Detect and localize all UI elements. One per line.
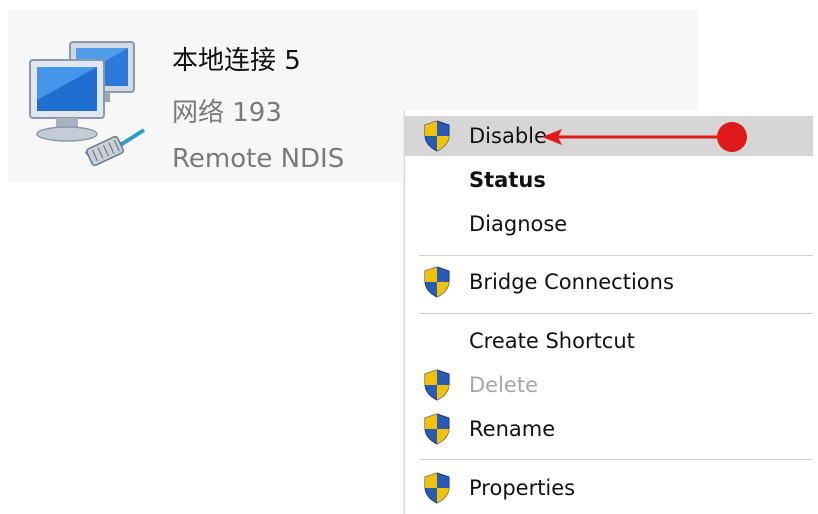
menu-item-status[interactable]: Status [405,160,813,200]
menu-separator [419,313,813,314]
connection-name: 本地连接 5 [172,46,301,76]
menu-item-delete: Delete [405,365,813,405]
menu-item-diagnose[interactable]: Diagnose [405,204,813,244]
uac-shield-icon [424,120,450,152]
uac-shield-icon [424,266,450,298]
menu-item-label: Diagnose [469,212,568,236]
menu-item-bridge-connections[interactable]: Bridge Connections [405,262,813,302]
menu-item-label: Status [469,168,546,192]
menu-separator [419,459,813,460]
menu-item-create-shortcut[interactable]: Create Shortcut [405,321,813,361]
menu-item-label: Bridge Connections [469,270,674,294]
network-computers-icon [29,41,146,166]
uac-shield-icon [424,369,450,401]
menu-item-label: Properties [469,476,576,500]
connection-network: 网络 193 [172,98,282,128]
uac-shield-icon [424,413,450,445]
menu-separator [419,255,813,256]
context-menu: Disable Status Diagnose Bridge Connectio… [404,110,813,514]
connection-device: Remote NDIS [172,144,345,174]
annotation-arrow-icon [542,122,747,152]
uac-shield-icon [424,472,450,504]
menu-item-label: Delete [469,373,538,397]
menu-item-label: Rename [469,417,556,441]
menu-item-properties[interactable]: Properties [405,468,813,508]
menu-item-label: Create Shortcut [469,329,635,353]
menu-item-rename[interactable]: Rename [405,409,813,449]
menu-item-label: Disable [469,124,547,148]
